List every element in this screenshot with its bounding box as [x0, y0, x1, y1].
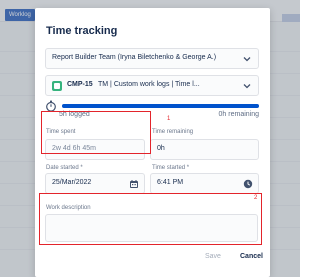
calendar-icon[interactable] — [129, 179, 139, 189]
issue-summary: TM | Custom work logs | Time l... — [98, 81, 200, 88]
issue-key: CMP-15 — [67, 81, 93, 88]
save-button[interactable]: Save — [205, 253, 221, 260]
chevron-down-icon — [243, 57, 251, 62]
team-select-value: Report Builder Team (Iryna Biletchenko &… — [52, 54, 217, 61]
date-started-value: 25/Mar/2022 — [52, 179, 92, 186]
time-remaining-input[interactable]: 0h — [150, 139, 259, 160]
date-started-label: Date started * — [46, 165, 83, 171]
time-started-input[interactable]: 6:41 PM — [150, 173, 259, 194]
clock-icon[interactable] — [243, 179, 253, 189]
time-remaining-label: Time remaining — [152, 129, 194, 135]
remaining-time-text: 0h remaining — [218, 111, 259, 118]
issue-select[interactable]: CMP-15 TM | Custom work logs | Time l... — [45, 75, 259, 96]
time-remaining-value: 0h — [157, 145, 165, 152]
date-started-input[interactable]: 25/Mar/2022 — [45, 173, 145, 194]
dialog-title: Time tracking — [46, 25, 118, 37]
cancel-button[interactable]: Cancel — [240, 253, 263, 260]
annotation-number-2: 2 — [254, 195, 258, 201]
chevron-down-icon — [243, 84, 251, 89]
time-started-value: 6:41 PM — [157, 179, 184, 186]
annotation-number-1: 1 — [167, 116, 171, 122]
time-started-label: Time started * — [152, 165, 190, 171]
annotation-box-2 — [39, 193, 262, 245]
time-progress-bar — [62, 104, 259, 108]
annotation-box-1 — [41, 111, 151, 154]
time-progress-fill — [62, 104, 259, 108]
team-select[interactable]: Report Builder Team (Iryna Biletchenko &… — [45, 48, 259, 69]
story-type-icon — [52, 81, 62, 91]
